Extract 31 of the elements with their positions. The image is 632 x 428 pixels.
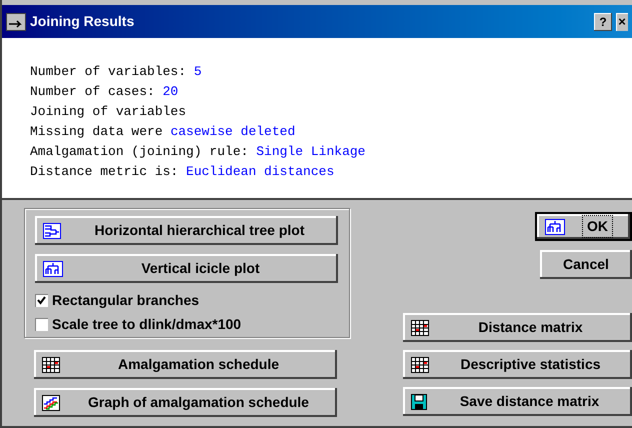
dendrogram-icon: [545, 218, 565, 234]
result-line: Joining of variables: [30, 103, 188, 121]
close-button[interactable]: ×: [616, 12, 628, 30]
result-line: Number of cases: 20: [30, 83, 180, 101]
grid-table-icon: [411, 356, 429, 372]
checkmark-icon: [37, 296, 46, 305]
icon-button[interactable]: OK: [535, 212, 632, 241]
line-graph-icon: [42, 394, 60, 410]
icon-button[interactable]: Amalgamation schedule: [34, 350, 337, 379]
grid-table-icon: [42, 356, 60, 372]
icon-button[interactable]: Descriptive statistics: [403, 350, 632, 379]
checkbox-label: Rectangular branches: [52, 291, 200, 310]
icon-button[interactable]: Distance matrix: [403, 313, 632, 342]
dendrogram-icon: [43, 260, 63, 276]
result-line: Amalgamation (joining) rule: Single Linkage: [30, 143, 366, 161]
help-button[interactable]: ?: [594, 12, 612, 30]
icon-button[interactable]: Save distance matrix: [403, 387, 632, 416]
icon-button[interactable]: Horizontal hierarchical tree plot: [35, 216, 338, 245]
result-line: Distance metric is: Euclidean distances: [30, 163, 336, 181]
checkbox[interactable]: [35, 318, 48, 331]
result-line: Missing data were casewise deleted: [30, 123, 296, 141]
checkbox[interactable]: [35, 294, 48, 307]
checkbox-label: Scale tree to dlink/dmax*100: [52, 315, 242, 334]
window-title: Joining Results: [30, 12, 136, 31]
result-line: Number of variables: 5: [30, 63, 203, 81]
icon-button[interactable]: Vertical icicle plot: [35, 254, 338, 283]
push-button[interactable]: Cancel: [540, 250, 632, 279]
icon-button[interactable]: Graph of amalgamation schedule: [34, 388, 337, 417]
tree-diagram-icon: [43, 222, 61, 238]
app-icon: [6, 12, 26, 30]
grid-table-icon: [411, 320, 429, 336]
